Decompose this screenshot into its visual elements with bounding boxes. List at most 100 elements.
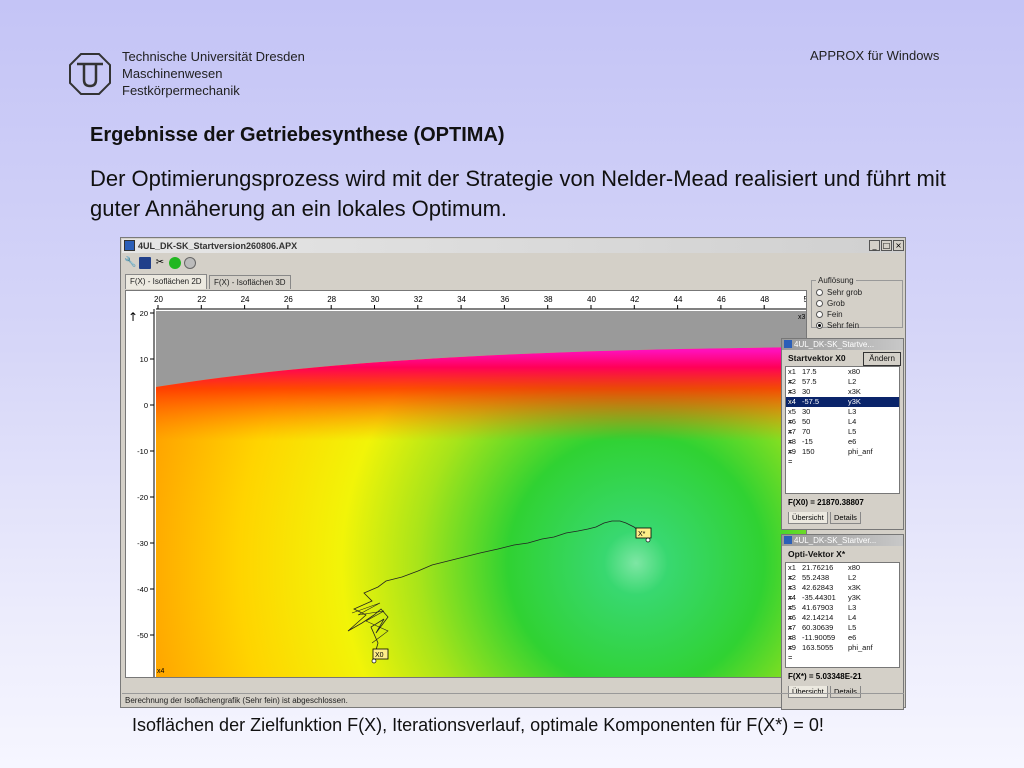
tab-isoflaechen-2d[interactable]: F(X) - Isoflächen 2D bbox=[125, 274, 207, 289]
vector-row[interactable]: x3 = 30 x3K bbox=[786, 387, 899, 406]
vector-row[interactable]: x5 = 41.67903 L3 bbox=[786, 603, 899, 622]
y-tick-label: 20 bbox=[140, 309, 148, 318]
vector-cell-val: 30 bbox=[802, 407, 811, 416]
close-button[interactable]: × bbox=[893, 240, 904, 251]
vector-cell-name: y3K bbox=[848, 593, 861, 602]
vector-row[interactable]: x6 = 42.14214 L4 bbox=[786, 613, 899, 632]
vector-row[interactable]: x3 = 42.62843 x3K bbox=[786, 583, 899, 602]
vector-row[interactable]: x2 = 57.5 L2 bbox=[786, 377, 899, 396]
x-tick-label: 28 bbox=[327, 295, 336, 304]
vector-cell-name: phi_anf bbox=[848, 643, 873, 652]
isoflaechen-plot[interactable]: 20 22 24 26 28 30 32 34 36 38 40 42 44 46 48 5 20 10 0 -10… bbox=[125, 290, 807, 678]
vector-row[interactable]: x2 = 55.2438 L2 bbox=[786, 573, 899, 592]
vector-cell-name: y3K bbox=[848, 397, 861, 406]
vector-cell-var: x4 = bbox=[788, 593, 796, 612]
go-icon[interactable] bbox=[169, 257, 181, 269]
approx-window: 4UL_DK-SK_Startversion260806.APX _ □ × 🔧… bbox=[120, 237, 906, 710]
toolbar: 🔧 ✂ bbox=[122, 255, 904, 272]
vector-cell-var: x9 = bbox=[788, 447, 796, 466]
vector-cell-var: x8 = bbox=[788, 437, 796, 456]
optivektor-titlebar[interactable]: 4UL_DK-SK_Startver... bbox=[782, 535, 903, 546]
x-tick-label: 20 bbox=[154, 295, 163, 304]
x-tick-label: 44 bbox=[674, 295, 683, 304]
tools-icon[interactable]: ✂ bbox=[154, 257, 166, 269]
status-bar: Berechnung der Isoflächengrafik (Sehr fe… bbox=[122, 693, 904, 707]
radio-sehr-fein[interactable]: Sehr fein bbox=[816, 320, 898, 331]
vector-cell-val: 70 bbox=[802, 427, 811, 436]
vector-cell-val: 150 bbox=[802, 447, 815, 456]
app-icon bbox=[124, 240, 135, 251]
vector-cell-val: 42.14214 bbox=[802, 613, 834, 622]
tab-details[interactable]: Details bbox=[830, 512, 861, 524]
start-marker-label: X0 bbox=[375, 652, 384, 659]
window-title: 4UL_DK-SK_Startversion260806.APX bbox=[138, 241, 298, 251]
vector-cell-var: x2 = bbox=[788, 573, 796, 592]
vector-cell-var: x6 = bbox=[788, 613, 796, 632]
vector-row[interactable]: x8 = -11.90059 e6 bbox=[786, 633, 899, 652]
save-icon[interactable] bbox=[139, 257, 151, 269]
vector-cell-var: x7 = bbox=[788, 623, 796, 642]
optivektor-window: 4UL_DK-SK_Startver... Opti-Vektor X* x1 … bbox=[781, 534, 904, 710]
vector-row[interactable]: x9 = 150 phi_anf bbox=[786, 447, 899, 466]
startvektor-f-value: F(X0) = 21870.38807 bbox=[788, 498, 864, 507]
vector-cell-var: x7 = bbox=[788, 427, 796, 446]
vector-row[interactable]: x7 = 60.30639 L5 bbox=[786, 623, 899, 642]
wrench-icon[interactable]: 🔧 bbox=[124, 257, 136, 269]
vector-cell-val: -11.90059 bbox=[802, 633, 836, 642]
aufloesung-group: Auflösung Sehr grob Grob Fein Sehr fein bbox=[811, 276, 903, 334]
aendern-button[interactable]: Ändern bbox=[863, 352, 901, 366]
vector-cell-val: 17.5 bbox=[802, 367, 817, 376]
x-tick-label: 22 bbox=[197, 295, 206, 304]
y-tick-label: -40 bbox=[137, 585, 148, 594]
vector-cell-var: x1 = bbox=[788, 563, 796, 582]
window-titlebar[interactable]: 4UL_DK-SK_Startversion260806.APX _ □ × bbox=[122, 239, 904, 253]
stop-icon[interactable] bbox=[184, 257, 196, 269]
minimize-button[interactable]: _ bbox=[869, 240, 880, 251]
vector-cell-val: -35.44301 bbox=[802, 593, 836, 602]
vector-row[interactable]: x7 = 70 L5 bbox=[786, 427, 899, 446]
startvektor-titlebar[interactable]: 4UL_DK-SK_Startve... bbox=[782, 339, 903, 350]
slide-caption: Isoflächen der Zielfunktion F(X), Iterat… bbox=[132, 715, 824, 735]
y-tick-label: -20 bbox=[137, 493, 148, 502]
vector-cell-name: L3 bbox=[848, 603, 857, 612]
optivektor-header: Opti-Vektor X* bbox=[788, 549, 846, 559]
vector-cell-var: x1 = bbox=[788, 367, 796, 386]
vector-row[interactable]: x1 = 21.76216 x80 bbox=[786, 563, 899, 582]
optivektor-list[interactable]: x1 = 21.76216 x80 x2 = 55.2438 L2 x3 = 42.62843… bbox=[785, 562, 900, 668]
vector-row[interactable]: x8 = -15 e6 bbox=[786, 437, 899, 456]
startvektor-window: 4UL_DK-SK_Startve... Startvektor X0 Ände… bbox=[781, 338, 904, 530]
tu-dresden-logo bbox=[69, 53, 111, 95]
x-axis-label: x3 bbox=[798, 314, 806, 321]
optivektor-f-value: F(X*) = 5.03348E-21 bbox=[788, 672, 862, 681]
x-tick-label: 34 bbox=[457, 295, 466, 304]
x-tick-label: 38 bbox=[544, 295, 553, 304]
vector-cell-val: -15 bbox=[802, 437, 813, 446]
vector-row[interactable]: x1 = 17.5 x80 bbox=[786, 367, 899, 386]
y-axis-arrow-icon: ↑ bbox=[128, 310, 138, 324]
x-tick-label: 36 bbox=[500, 295, 509, 304]
vector-cell-name: L5 bbox=[848, 623, 857, 632]
vector-row[interactable]: x6 = 50 L4 bbox=[786, 417, 899, 436]
startvektor-list[interactable]: x1 = 17.5 x80 x2 = 57.5 L2 x3 = 30 x3K x4 = -57.5 y… bbox=[785, 366, 900, 494]
faculty-name: Maschinenwesen bbox=[122, 66, 223, 81]
slide-title: Ergebnisse der Getriebesynthese (OPTIMA) bbox=[90, 124, 505, 146]
tab-uebersicht[interactable]: Übersicht bbox=[788, 512, 828, 524]
tab-isoflaechen-3d[interactable]: F(X) - Isoflächen 3D bbox=[209, 275, 291, 289]
vector-row[interactable]: x4 = -57.5 y3K bbox=[786, 397, 899, 416]
vector-row[interactable]: x9 = 163.5055 phi_anf bbox=[786, 643, 899, 662]
vector-cell-var: x5 = bbox=[788, 603, 796, 622]
vector-row[interactable]: x4 = -35.44301 y3K bbox=[786, 593, 899, 612]
vector-cell-var: x4 = bbox=[788, 397, 796, 416]
vector-cell-val: 163.5055 bbox=[802, 643, 834, 652]
maximize-button[interactable]: □ bbox=[881, 240, 892, 251]
vector-cell-var: x2 = bbox=[788, 377, 796, 396]
vector-cell-name: L5 bbox=[848, 427, 857, 436]
university-name: Technische Universität Dresden bbox=[122, 49, 305, 64]
radio-fein[interactable]: Fein bbox=[816, 309, 898, 320]
vector-cell-var: x6 = bbox=[788, 417, 796, 436]
vector-cell-name: x80 bbox=[848, 367, 861, 376]
radio-sehr-grob[interactable]: Sehr grob bbox=[816, 287, 898, 298]
vector-cell-val: 41.67903 bbox=[802, 603, 834, 612]
vector-row[interactable]: x5 = 30 L3 bbox=[786, 407, 899, 426]
radio-grob[interactable]: Grob bbox=[816, 298, 898, 309]
